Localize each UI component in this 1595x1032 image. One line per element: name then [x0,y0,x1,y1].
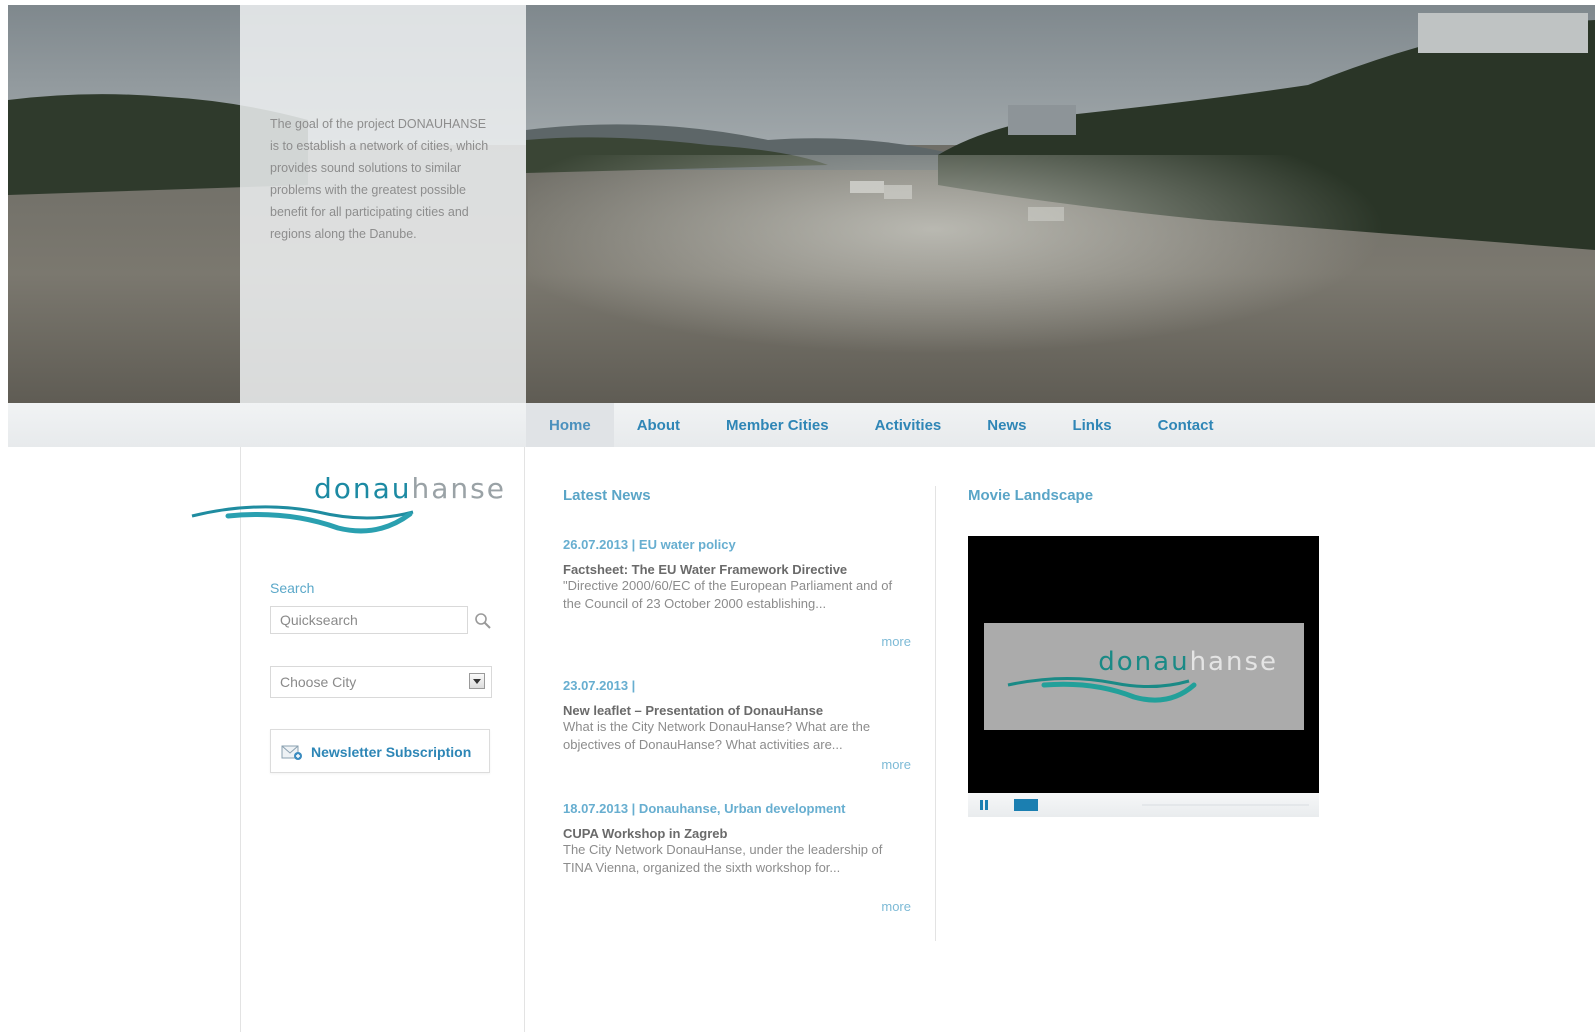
center-column-divider [524,447,525,1032]
video-progress-track [1142,804,1309,806]
news-column-divider [935,486,936,941]
logo-wordmark: donauhanse [314,472,506,505]
news-title[interactable]: Factsheet: The EU Water Framework Direct… [563,562,913,577]
choose-city-select[interactable]: Choose City [270,666,492,698]
video-progress-bar[interactable] [1014,799,1309,811]
newsletter-envelope-icon [281,745,302,760]
nav-item-member-cities[interactable]: Member Cities [703,403,852,447]
news-title[interactable]: New leaflet – Presentation of DonauHanse [563,703,913,718]
nav-item-contact[interactable]: Contact [1135,403,1237,447]
nav-item-about[interactable]: About [614,403,703,447]
video-progress-fill [1014,799,1038,811]
movie-landscape-heading: Movie Landscape [968,487,1094,504]
newsletter-label: Newsletter Subscription [311,744,472,760]
choose-city-value: Choose City [280,674,357,690]
newsletter-subscription-button[interactable]: Newsletter Subscription [270,729,490,773]
logo-wordmark-hanse: hanse [411,472,506,505]
news-date-category[interactable]: 26.07.2013 | EU water policy [563,537,913,552]
news-item: 18.07.2013 | Donauhanse, Urban developme… [563,801,913,914]
latest-news-heading: Latest News [563,487,651,504]
project-goal-text: The goal of the project DONAUHANSE is to… [270,117,489,241]
main-navigation: Home About Member Cities Activities News… [526,403,1236,447]
news-title[interactable]: CUPA Workshop in Zagreb [563,826,913,841]
news-item: 23.07.2013 | New leaflet – Presentation … [563,678,913,772]
news-date-category[interactable]: 18.07.2013 | Donauhanse, Urban developme… [563,801,913,816]
news-date-category[interactable]: 23.07.2013 | [563,678,913,693]
nav-item-activities[interactable]: Activities [852,403,965,447]
news-excerpt: The City Network DonauHanse, under the l… [563,842,883,875]
news-item: 26.07.2013 | EU water policy Factsheet: … [563,537,913,649]
pause-icon[interactable] [978,799,990,811]
video-logo-wordmark: donauhanse [1098,647,1278,677]
quicksearch-input[interactable] [270,606,468,634]
search-icon[interactable] [474,612,492,630]
dropdown-arrow-icon [469,673,485,689]
news-more-link[interactable]: more [881,757,911,772]
video-logo-hanse: hanse [1189,647,1278,677]
nav-item-news[interactable]: News [964,403,1049,447]
video-controls [968,793,1319,817]
hero-banner: The goal of the project DONAUHANSE is to… [8,5,1595,403]
donauhanse-logo[interactable]: donauhanse [188,466,508,546]
news-more-link[interactable]: more [881,899,911,914]
video-player[interactable]: donauhanse [968,536,1319,793]
logo-wordmark-donau: donau [313,472,412,505]
news-more-link[interactable]: more [881,634,911,649]
nav-item-home[interactable]: Home [526,403,614,447]
video-logo-donau: donau [1098,647,1190,677]
search-label: Search [270,580,315,596]
news-excerpt: "Directive 2000/60/EC of the European Pa… [563,578,893,611]
news-excerpt: What is the City Network DonauHanse? Wha… [563,719,871,752]
video-logo-frame: donauhanse [984,623,1304,730]
nav-item-links[interactable]: Links [1049,403,1134,447]
